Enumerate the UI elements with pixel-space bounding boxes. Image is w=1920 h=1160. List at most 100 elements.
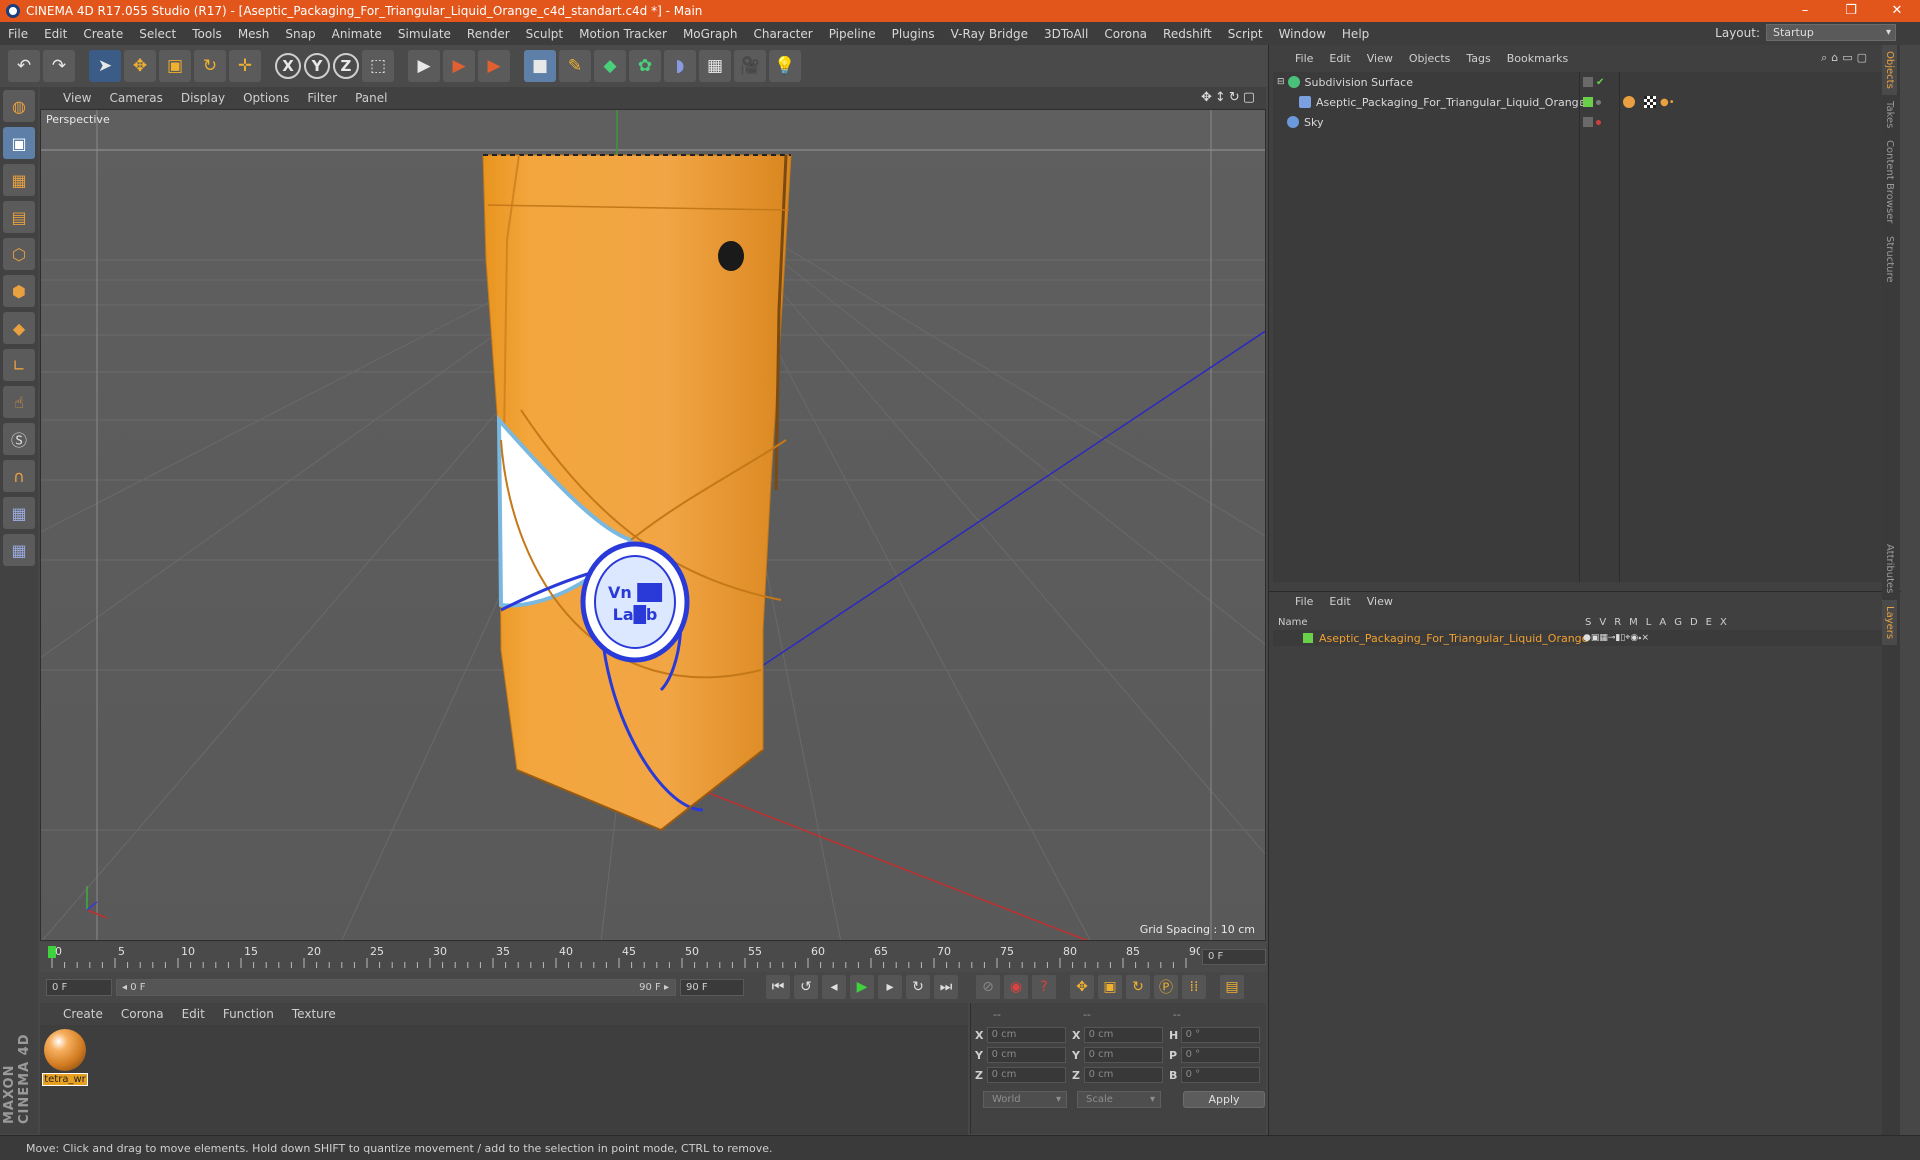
menu-script[interactable]: Script bbox=[1220, 27, 1271, 41]
floor-object-button[interactable]: ▦ bbox=[699, 50, 731, 82]
objects-menu-edit[interactable]: Edit bbox=[1321, 52, 1358, 65]
record-active-objects-button[interactable]: ◉ bbox=[1004, 975, 1028, 999]
key-pla-icon[interactable]: ⁞⁞ bbox=[1182, 975, 1206, 999]
menu-corona[interactable]: Corona bbox=[1096, 27, 1155, 41]
key-parameter-icon[interactable]: Ⓟ bbox=[1154, 975, 1178, 999]
menu-render[interactable]: Render bbox=[459, 27, 518, 41]
objects-menu-file[interactable]: File bbox=[1287, 52, 1321, 65]
viewport-navigation-icons[interactable]: ✥↕↻▢ bbox=[1201, 90, 1258, 105]
key-position-icon[interactable]: ✥ bbox=[1070, 975, 1094, 999]
object-row-sky[interactable]: Sky bbox=[1273, 112, 1897, 132]
viewport-menu-filter[interactable]: Filter bbox=[298, 91, 346, 105]
z-axis-lock[interactable]: Z bbox=[333, 53, 359, 79]
tab-layers[interactable]: Layers bbox=[1882, 599, 1897, 645]
viewport-menu-view[interactable]: View bbox=[54, 91, 100, 105]
tab-takes[interactable]: Takes bbox=[1882, 95, 1897, 134]
tab-structure[interactable]: Structure bbox=[1882, 230, 1897, 289]
rotation-h-field[interactable]: 0 ° bbox=[1180, 1027, 1260, 1043]
last-tool[interactable]: ✛ bbox=[229, 50, 261, 82]
apply-button[interactable]: Apply bbox=[1183, 1091, 1265, 1108]
goto-next-key-button[interactable]: ↻ bbox=[906, 975, 930, 999]
axis-mode-icon[interactable]: ∟ bbox=[3, 349, 35, 381]
orange-juice-package[interactable]: Vn ██ La█b bbox=[482, 154, 792, 832]
redo-button[interactable]: ↷ bbox=[43, 50, 75, 82]
objects-menu-tags[interactable]: Tags bbox=[1458, 52, 1498, 65]
menu-plugins[interactable]: Plugins bbox=[884, 27, 943, 41]
menu-character[interactable]: Character bbox=[745, 27, 820, 41]
material-menu-texture[interactable]: Texture bbox=[283, 1007, 345, 1021]
deformer-button[interactable]: ◗ bbox=[664, 50, 696, 82]
collapse-toggle-icon[interactable]: ⊟ bbox=[1277, 77, 1285, 87]
workplane-snap-icon[interactable]: ▦ bbox=[3, 534, 35, 566]
menu-motion-tracker[interactable]: Motion Tracker bbox=[571, 27, 675, 41]
menu-edit[interactable]: Edit bbox=[36, 27, 75, 41]
position-y-field[interactable]: 0 cm bbox=[986, 1047, 1066, 1063]
rotate-tool[interactable]: ↻ bbox=[194, 50, 226, 82]
menu-help[interactable]: Help bbox=[1334, 27, 1377, 41]
key-rotation-icon[interactable]: ↻ bbox=[1126, 975, 1150, 999]
goto-previous-key-button[interactable]: ↺ bbox=[794, 975, 818, 999]
solo-mode-icon[interactable]: Ⓢ bbox=[3, 423, 35, 455]
menu-pipeline[interactable]: Pipeline bbox=[821, 27, 884, 41]
undo-button[interactable]: ↶ bbox=[8, 50, 40, 82]
menu-window[interactable]: Window bbox=[1271, 27, 1334, 41]
menu-snap[interactable]: Snap bbox=[277, 27, 323, 41]
goto-end-button[interactable]: ⏭ bbox=[934, 975, 958, 999]
workplane-mode-icon[interactable]: ▤ bbox=[3, 201, 35, 233]
viewport-menu-panel[interactable]: Panel bbox=[346, 91, 396, 105]
position-x-field[interactable]: 0 cm bbox=[986, 1027, 1066, 1043]
layer-toggle-icons[interactable]: ●▣▦⊸▮▯⌖◉⬩⨯ bbox=[1583, 633, 1649, 643]
key-scale-icon[interactable]: ▣ bbox=[1098, 975, 1122, 999]
layers-menu-file[interactable]: File bbox=[1287, 595, 1321, 608]
tab-content-browser[interactable]: Content Browser bbox=[1882, 134, 1897, 229]
coordinate-space-dropdown[interactable]: World bbox=[983, 1091, 1067, 1108]
material-menu-create[interactable]: Create bbox=[54, 1007, 112, 1021]
layer-color-swatch[interactable] bbox=[1303, 633, 1313, 643]
menu-3dtoall[interactable]: 3DToAll bbox=[1036, 27, 1096, 41]
play-button[interactable]: ▶ bbox=[850, 975, 874, 999]
previous-frame-button[interactable]: ◂ bbox=[822, 975, 846, 999]
y-axis-lock[interactable]: Y bbox=[304, 53, 330, 79]
record-keys-disabled-icon[interactable]: ⊘ bbox=[976, 975, 1000, 999]
menu-mesh[interactable]: Mesh bbox=[230, 27, 278, 41]
material-swatch[interactable]: tetra_wr bbox=[42, 1029, 88, 1086]
rotation-p-field[interactable]: 0 ° bbox=[1180, 1047, 1260, 1063]
camera-object-button[interactable]: 🎥 bbox=[734, 50, 766, 82]
object-manager-tools-icons[interactable]: ⌕⌂▭▢ bbox=[1821, 51, 1871, 65]
size-x-field[interactable]: 0 cm bbox=[1083, 1027, 1163, 1043]
layers-menu-view[interactable]: View bbox=[1359, 595, 1401, 608]
points-mode-icon[interactable]: ⬡ bbox=[3, 238, 35, 270]
timeline-ruler[interactable]: 0 5 10 15 20 25 30 35 40 45 50 55 60 65 70 75 80 85 90 0 F bbox=[40, 942, 1266, 972]
objects-menu-bookmarks[interactable]: Bookmarks bbox=[1499, 52, 1576, 65]
coordinate-system-button[interactable]: ⬚ bbox=[362, 50, 394, 82]
x-axis-lock[interactable]: X bbox=[275, 53, 301, 79]
move-tool[interactable]: ✥ bbox=[124, 50, 156, 82]
material-menu-edit[interactable]: Edit bbox=[173, 1007, 214, 1021]
texture-tag-icon[interactable] bbox=[1644, 96, 1656, 108]
rotation-b-field[interactable]: 0 ° bbox=[1180, 1067, 1260, 1083]
viewport-menu-display[interactable]: Display bbox=[172, 91, 234, 105]
close-button[interactable]: ✕ bbox=[1874, 0, 1920, 22]
viewport-menu-cameras[interactable]: Cameras bbox=[100, 91, 171, 105]
end-frame-field[interactable]: 90 F bbox=[680, 978, 744, 996]
model-mode-icon[interactable]: ▣ bbox=[3, 127, 35, 159]
perspective-viewport[interactable]: Vn ██ La█b Perspective Grid Spacing : 10… bbox=[40, 109, 1266, 941]
menu-vray-bridge[interactable]: V-Ray Bridge bbox=[943, 27, 1036, 41]
object-row-subdivision-surface[interactable]: ⊟ Subdivision Surface ✔ bbox=[1273, 72, 1897, 92]
edges-mode-icon[interactable]: ⬢ bbox=[3, 275, 35, 307]
material-tag-icon[interactable] bbox=[1623, 96, 1635, 108]
cube-object-button[interactable]: ■ bbox=[524, 50, 556, 82]
layer-swatch-empty[interactable] bbox=[1583, 77, 1593, 87]
snapping-icon[interactable]: ∩ bbox=[3, 460, 35, 492]
menu-animate[interactable]: Animate bbox=[324, 27, 390, 41]
size-z-field[interactable]: 0 cm bbox=[1083, 1067, 1163, 1083]
polygons-mode-icon[interactable]: ◆ bbox=[3, 312, 35, 344]
light-object-button[interactable]: 💡 bbox=[769, 50, 801, 82]
goto-start-button[interactable]: ⏮ bbox=[766, 975, 790, 999]
menu-select[interactable]: Select bbox=[131, 27, 184, 41]
autokeying-button[interactable]: ? bbox=[1032, 975, 1056, 999]
array-generator-button[interactable]: ✿ bbox=[629, 50, 661, 82]
menu-simulate[interactable]: Simulate bbox=[390, 27, 459, 41]
tab-objects[interactable]: Objects bbox=[1882, 45, 1897, 95]
tab-attributes[interactable]: Attributes bbox=[1882, 538, 1897, 599]
